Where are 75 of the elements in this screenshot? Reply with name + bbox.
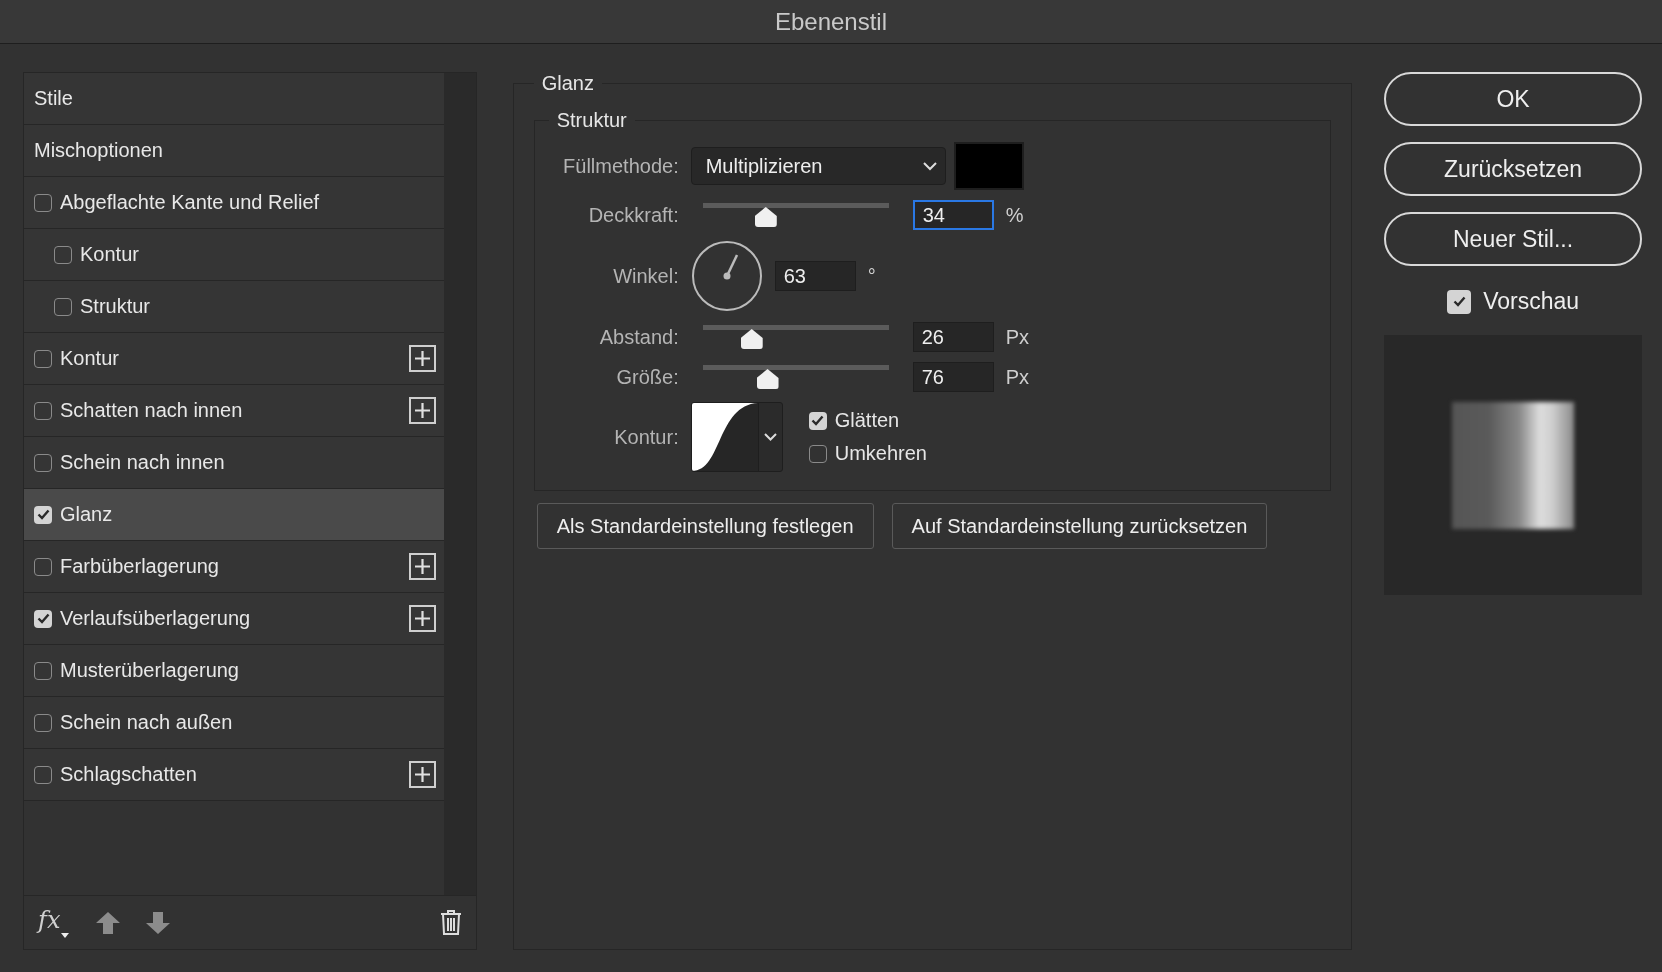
add-button[interactable] — [409, 761, 436, 788]
arrow-up-icon — [96, 911, 121, 934]
field-label: Füllmethode: — [562, 154, 679, 178]
checkbox[interactable] — [34, 453, 52, 472]
unit-label: Px — [1005, 325, 1030, 349]
checkmark-icon — [36, 613, 50, 624]
chevron-down-icon — [763, 433, 777, 441]
color-swatch[interactable] — [953, 142, 1024, 190]
checkbox[interactable] — [34, 713, 52, 732]
delete-button[interactable] — [439, 910, 462, 935]
checkmark-icon — [36, 509, 50, 520]
group-title: Glanz — [540, 72, 595, 95]
checkmark-icon — [811, 415, 825, 426]
preview-label: Vorschau — [1483, 288, 1580, 315]
plus-icon — [414, 558, 431, 575]
default-settings-button[interactable]: Als Standardeinstellung festlegen — [536, 503, 874, 549]
window-title: Ebenenstil — [774, 7, 888, 36]
field-label: Abstand: — [598, 325, 679, 349]
checkbox[interactable] — [54, 245, 72, 264]
move-up-button[interactable] — [96, 911, 121, 934]
size-input[interactable]: 76 — [912, 362, 994, 392]
checkbox[interactable] — [34, 349, 52, 368]
unit-label: % — [1005, 203, 1024, 227]
checkbox[interactable] — [1447, 289, 1472, 314]
arrow-down-icon — [146, 911, 171, 934]
plus-icon — [414, 610, 431, 627]
contour-curve-icon — [691, 403, 758, 471]
style-list-item[interactable]: Glanz — [24, 489, 444, 541]
group-title: Struktur — [555, 109, 628, 132]
unit-label: Px — [1005, 365, 1030, 389]
field-label: Größe: — [615, 365, 679, 389]
checkbox[interactable] — [34, 193, 52, 212]
checkbox[interactable] — [808, 411, 827, 430]
checkbox[interactable] — [34, 661, 52, 680]
option-checkbox[interactable]: Glätten — [808, 409, 927, 432]
plus-icon — [414, 350, 431, 367]
checkbox[interactable] — [808, 444, 827, 463]
plus-icon — [414, 766, 431, 783]
angle-input[interactable]: 63 — [774, 261, 856, 291]
unit-label: ° — [867, 264, 876, 288]
field-label: Winkel: — [612, 264, 679, 288]
checkbox[interactable] — [34, 609, 52, 628]
field-label: Deckkraft: — [587, 203, 679, 227]
opacity-input[interactable]: 34 — [912, 200, 994, 230]
caret-icon — [61, 932, 70, 938]
checkbox[interactable] — [34, 505, 52, 524]
fx-button[interactable]: fx — [38, 905, 71, 940]
field-label: Kontur: — [613, 425, 679, 449]
checkmark-icon — [1452, 296, 1466, 307]
slider-thumb[interactable] — [756, 369, 779, 389]
contour-picker[interactable] — [690, 402, 783, 472]
default-settings-button[interactable]: Auf Standardeinstellung zurücksetzen — [891, 503, 1268, 549]
dialog-button[interactable]: Neuer Stil... — [1384, 212, 1642, 266]
dialog-button[interactable]: OK — [1384, 72, 1642, 126]
option-checkbox[interactable]: Umkehren — [808, 442, 927, 465]
add-button[interactable] — [409, 553, 436, 580]
add-button[interactable] — [409, 397, 436, 424]
trash-icon — [439, 910, 462, 935]
add-button[interactable] — [409, 605, 436, 632]
option-label: Glätten — [834, 409, 900, 432]
checkbox[interactable] — [34, 557, 52, 576]
move-down-button[interactable] — [146, 911, 171, 934]
distance-input[interactable]: 26 — [912, 322, 994, 352]
plus-icon — [414, 402, 431, 419]
slider-thumb[interactable] — [754, 207, 777, 227]
checkbox[interactable] — [34, 401, 52, 420]
add-button[interactable] — [409, 345, 436, 372]
checkbox[interactable] — [54, 297, 72, 316]
option-label: Umkehren — [834, 442, 927, 465]
dialog-button[interactable]: Zurücksetzen — [1384, 142, 1642, 196]
slider-thumb[interactable] — [740, 329, 763, 349]
chevron-down-icon — [922, 161, 937, 171]
angle-dial[interactable] — [690, 240, 763, 312]
blend-mode-dropdown[interactable]: Multiplizieren — [690, 147, 946, 185]
checkbox[interactable] — [34, 765, 52, 784]
